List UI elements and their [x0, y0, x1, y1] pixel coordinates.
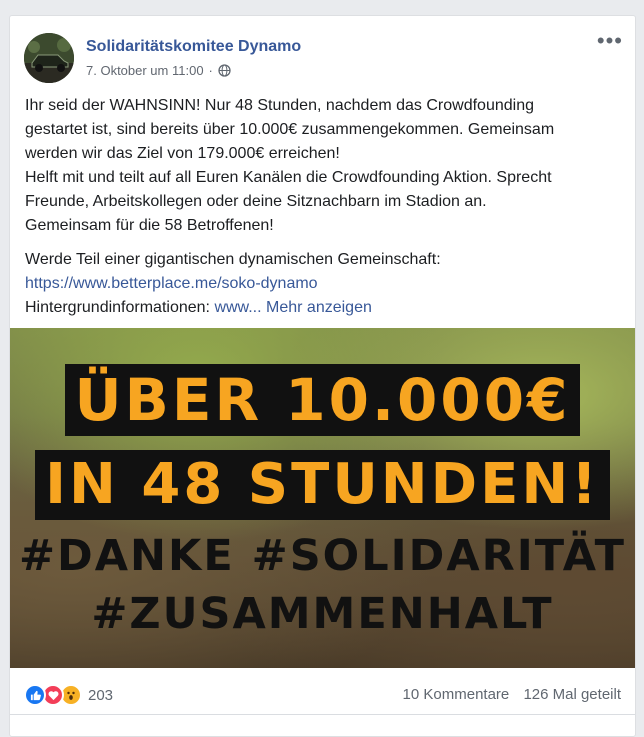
- banner-line-2: IN 48 STUNDEN!: [10, 450, 635, 520]
- banner-text-1: ÜBER 10.000€: [64, 364, 581, 436]
- more-options-icon[interactable]: •••: [597, 30, 623, 52]
- text-line: Gemeinsam für die 58 Betroffenen!: [25, 217, 274, 234]
- post-image[interactable]: ÜBER 10.000€ IN 48 STUNDEN! #DANKE #SOLI…: [10, 328, 635, 668]
- avatar-car-icon: [24, 33, 74, 83]
- like-icon: [24, 684, 46, 706]
- globe-icon[interactable]: [218, 64, 231, 77]
- text-line: werden wir das Ziel von 179.000€ erreich…: [25, 145, 340, 162]
- banner-hashtags-2: #ZUSAMMENHALT: [91, 589, 554, 639]
- text-line: Werde Teil einer gigantischen dynamische…: [25, 251, 441, 268]
- see-more-link[interactable]: Mehr anzeigen: [266, 299, 372, 316]
- text-line: Freunde, Arbeitskollegen oder deine Sitz…: [25, 193, 487, 210]
- text-line: Hintergrundinformationen: www... Mehr an…: [25, 296, 625, 320]
- reactions-summary[interactable]: 203: [24, 684, 113, 706]
- text-line: Helft mit und teilt auf all Euren Kanäle…: [25, 169, 552, 186]
- banner-text-2: IN 48 STUNDEN!: [35, 450, 610, 520]
- reaction-count: 203: [88, 686, 114, 704]
- post-header: Solidaritätskomitee Dynamo 7. Oktober um…: [10, 16, 635, 86]
- shares-count[interactable]: 126 Mal geteilt: [523, 686, 621, 703]
- comments-count[interactable]: 10 Kommentare: [403, 686, 510, 703]
- post-text: Ihr seid der WAHNSINN! Nur 48 Stunden, n…: [25, 94, 625, 330]
- post-paragraph-1: Ihr seid der WAHNSINN! Nur 48 Stunden, n…: [25, 94, 625, 238]
- background-info-label: Hintergrundinformationen:: [25, 299, 215, 316]
- page-avatar[interactable]: [24, 33, 74, 83]
- banner-hashtags-1: #DANKE #SOLIDARITÄT: [19, 531, 626, 581]
- post-stats: 10 Kommentare 126 Mal geteilt: [393, 686, 621, 703]
- post-card: Solidaritätskomitee Dynamo 7. Oktober um…: [9, 15, 636, 737]
- betterplace-link[interactable]: https://www.betterplace.me/soko-dynamo: [25, 272, 625, 296]
- background-info-link[interactable]: www...: [214, 299, 261, 316]
- post-meta: 7. Oktober um 11:00 ·: [86, 63, 231, 78]
- post-footer: 203 10 Kommentare 126 Mal geteilt: [10, 668, 635, 715]
- author-name[interactable]: Solidaritätskomitee Dynamo: [86, 38, 301, 56]
- text-line: Ihr seid der WAHNSINN! Nur 48 Stunden, n…: [25, 97, 534, 114]
- meta-separator: ·: [208, 63, 213, 78]
- post-timestamp[interactable]: 7. Oktober um 11:00: [86, 63, 204, 78]
- banner-line-1: ÜBER 10.000€: [10, 364, 635, 436]
- post-paragraph-2: Werde Teil einer gigantischen dynamische…: [25, 248, 625, 320]
- text-line: gestartet ist, sind bereits über 10.000€…: [25, 121, 555, 138]
